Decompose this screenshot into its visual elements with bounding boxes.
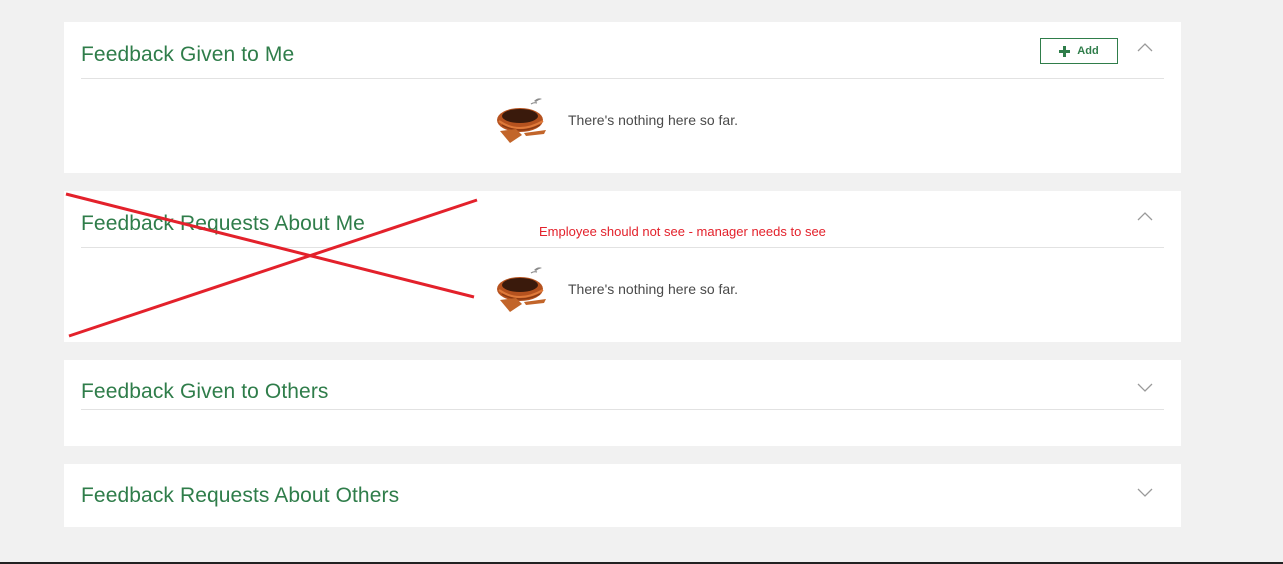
- chevron-up-icon[interactable]: [1136, 210, 1154, 224]
- annotation-note: Employee should not see - manager needs …: [539, 224, 826, 239]
- section-header: Feedback Given to Others: [81, 360, 1164, 410]
- chevron-down-icon[interactable]: [1136, 485, 1154, 499]
- nest-icon: [497, 267, 546, 312]
- empty-state: There's nothing here so far.: [494, 95, 834, 145]
- section-header: Feedback Requests About Others: [81, 464, 1164, 527]
- section-header: Feedback Given to Me Add: [81, 22, 1164, 79]
- plus-icon: [1059, 45, 1071, 57]
- section-feedback-requests-about-others: Feedback Requests About Others: [64, 464, 1181, 527]
- section-header: Feedback Requests About Me: [81, 191, 1164, 248]
- empty-message: There's nothing here so far.: [568, 112, 738, 128]
- section-feedback-given-to-me: Feedback Given to Me Add There's nothing…: [64, 22, 1181, 173]
- nest-icon: [497, 98, 546, 143]
- chevron-up-icon[interactable]: [1136, 41, 1154, 55]
- add-feedback-button[interactable]: Add: [1040, 38, 1118, 64]
- empty-message: There's nothing here so far.: [568, 281, 738, 297]
- empty-state: There's nothing here so far.: [494, 264, 834, 314]
- section-feedback-requests-about-me: Feedback Requests About Me There's nothi…: [64, 191, 1181, 342]
- chevron-down-icon[interactable]: [1136, 380, 1154, 394]
- section-feedback-given-to-others: Feedback Given to Others: [64, 360, 1181, 446]
- section-title: Feedback Requests About Others: [81, 484, 400, 507]
- add-button-label: Add: [1077, 45, 1099, 57]
- section-title: Feedback Requests About Me: [81, 212, 365, 235]
- section-title: Feedback Given to Others: [81, 380, 329, 403]
- section-title: Feedback Given to Me: [81, 43, 295, 66]
